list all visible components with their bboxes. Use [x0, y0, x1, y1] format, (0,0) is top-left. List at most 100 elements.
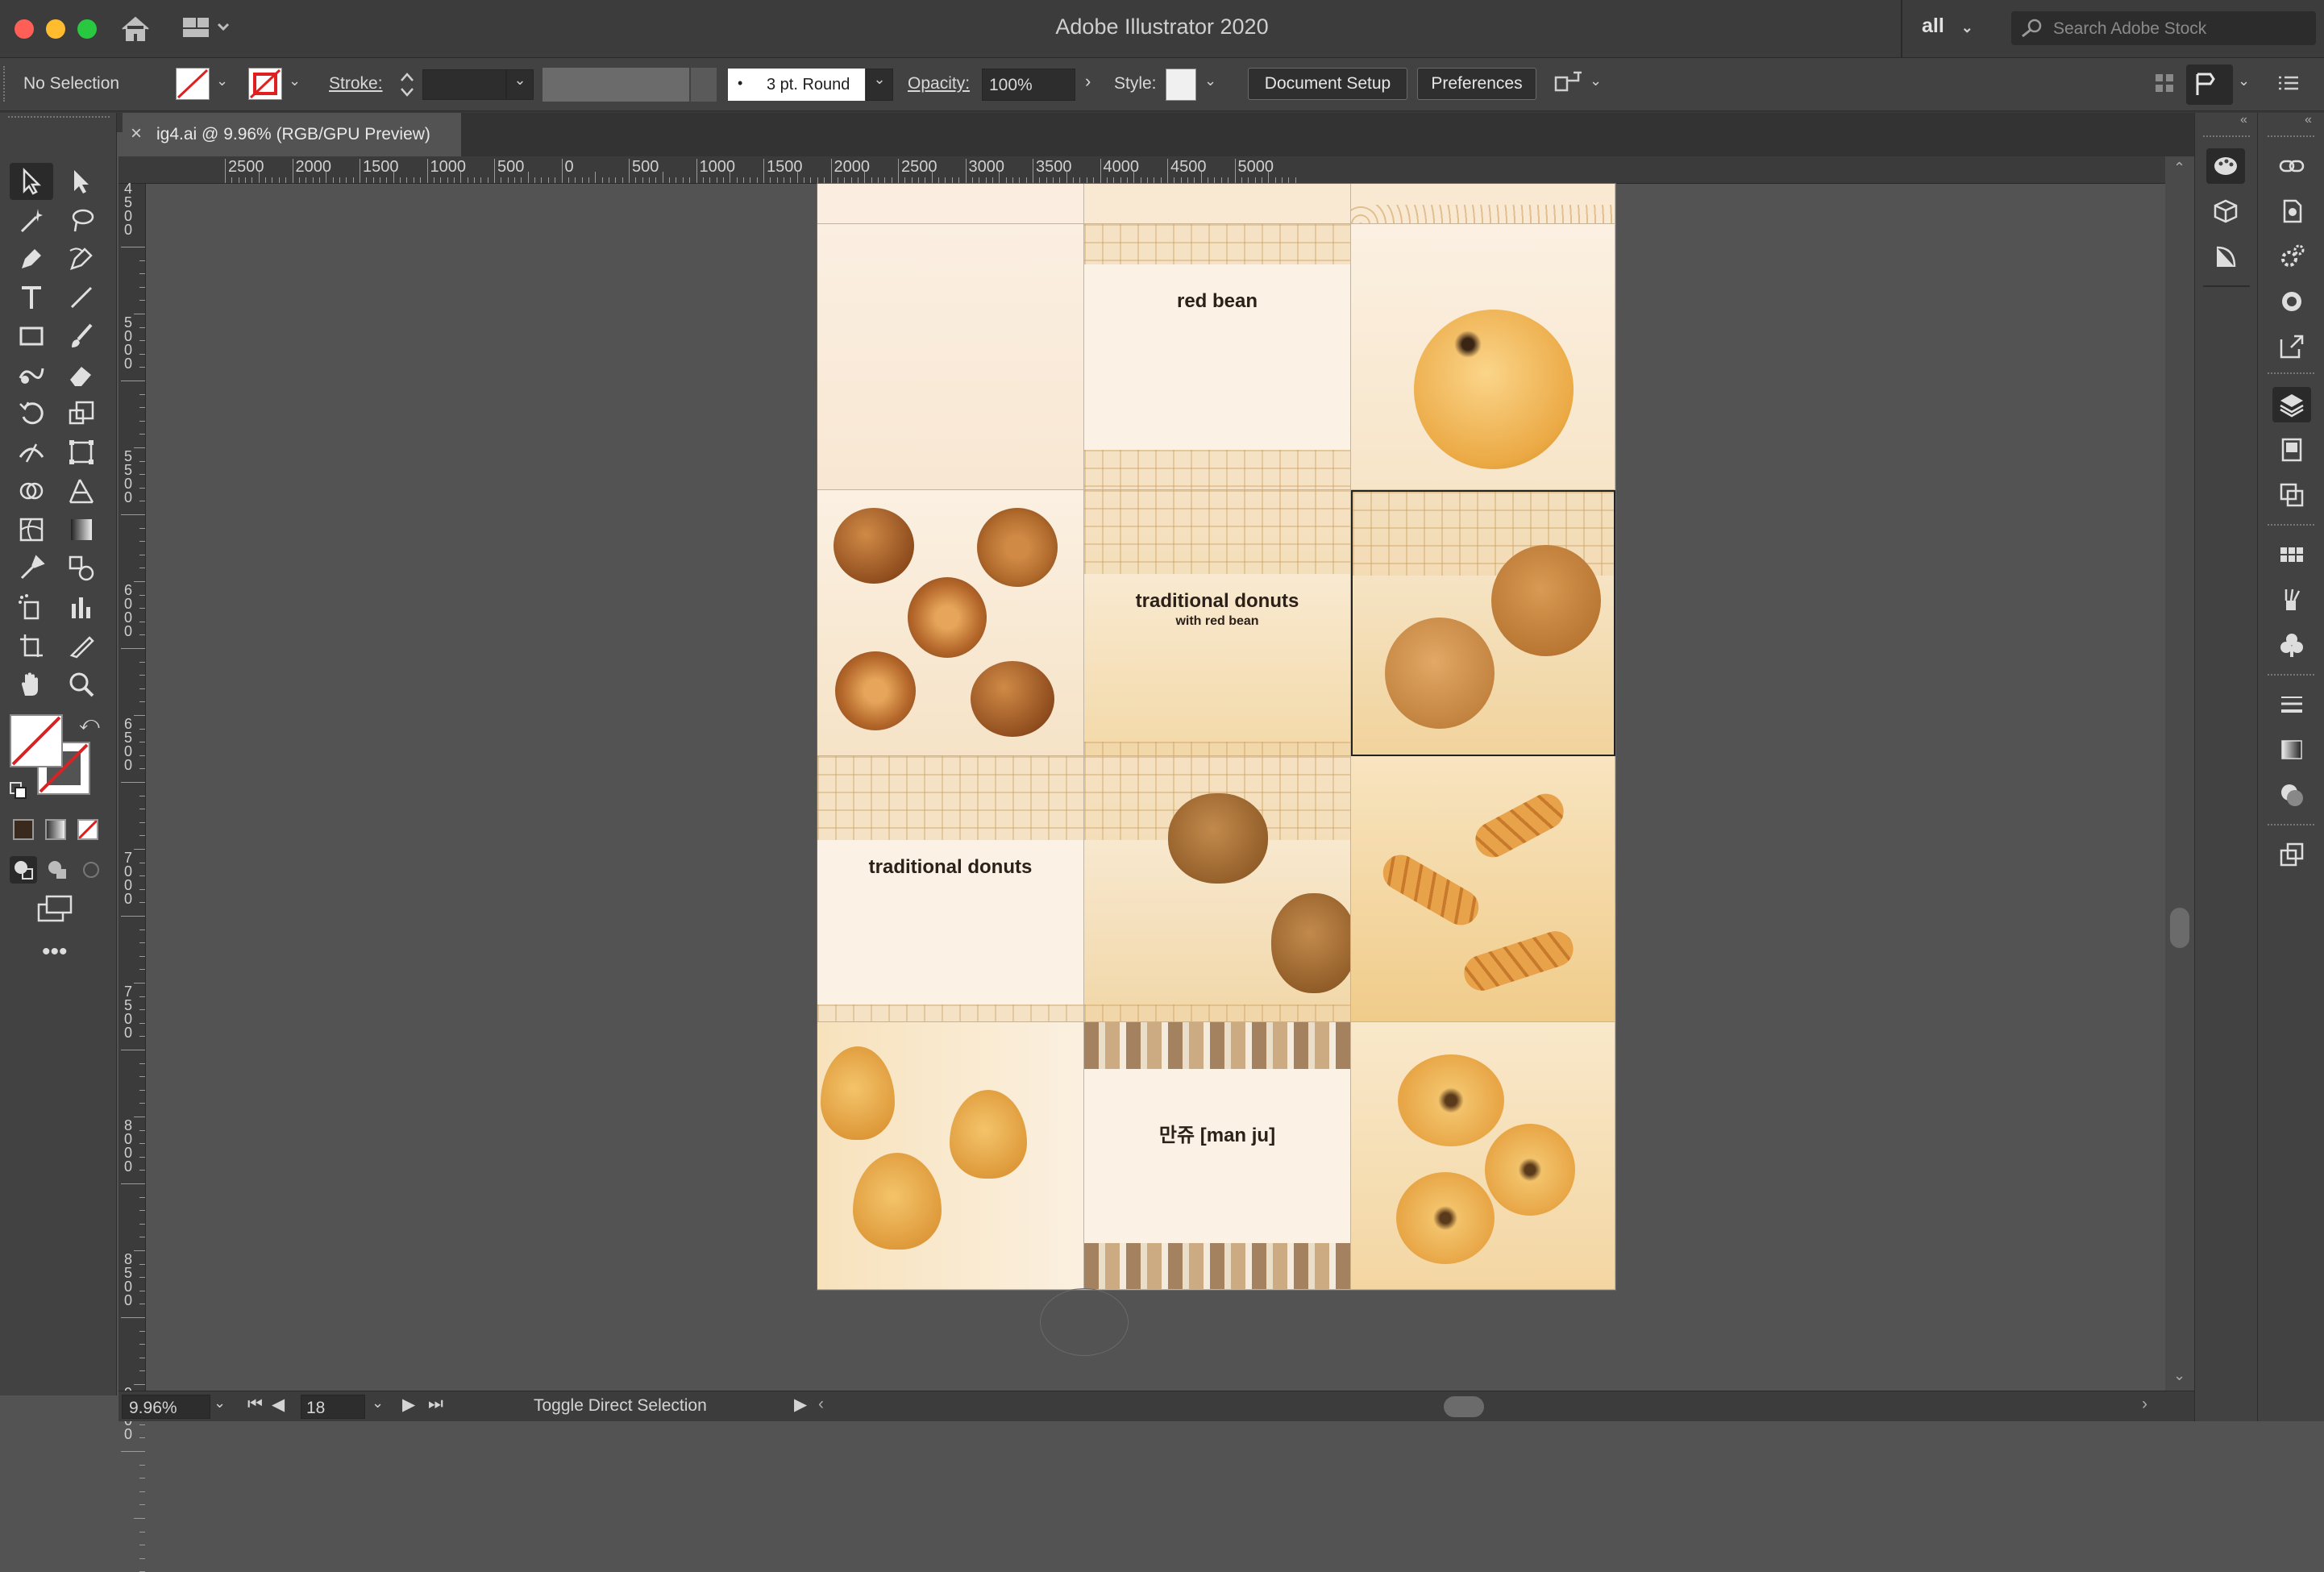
artboard-dropdown-chevron-icon[interactable]: ⌄ [372, 1395, 384, 1412]
symbols-icon[interactable] [2272, 627, 2311, 663]
style-swatch[interactable] [1166, 69, 1196, 101]
first-artboard-icon[interactable]: ⏮ [247, 1395, 263, 1414]
appearance-icon[interactable] [2272, 284, 2311, 319]
zoom-input[interactable]: 9.96% [122, 1395, 210, 1419]
draw-inside-icon[interactable] [77, 856, 105, 884]
align-grid-icon[interactable] [2154, 71, 2176, 100]
gradient-tool-icon[interactable] [60, 511, 103, 548]
stroke-swatch[interactable] [248, 68, 282, 100]
scroll-down-icon[interactable]: ⌄ [2173, 1367, 2185, 1384]
gradient-mode-icon[interactable] [45, 819, 66, 840]
collapse-chevrons-icon[interactable]: « [2305, 113, 2312, 127]
workspace-switcher[interactable]: all ⌄ [1922, 15, 1973, 38]
fill-color-box[interactable] [10, 714, 63, 767]
arrange-documents-icon[interactable] [181, 16, 231, 44]
shape-builder-tool-icon[interactable] [10, 472, 53, 509]
eyedropper-tool-icon[interactable] [10, 550, 53, 587]
asset-export-icon[interactable] [2272, 837, 2311, 872]
search-stock-field[interactable]: Search Adobe Stock [2011, 11, 2316, 45]
shaper-tool-icon[interactable] [10, 356, 53, 393]
color-mode-icon[interactable] [13, 819, 34, 840]
symbol-sprayer-tool-icon[interactable] [10, 588, 53, 626]
column-graph-tool-icon[interactable] [60, 588, 103, 626]
eraser-tool-icon[interactable] [60, 356, 103, 393]
document-setup-button[interactable]: Document Setup [1248, 68, 1407, 100]
blend-tool-icon[interactable] [60, 550, 103, 587]
paintbrush-tool-icon[interactable] [60, 318, 103, 355]
chevron-down-icon[interactable]: ⌄ [1590, 73, 1602, 89]
stroke-dropdown-chevron-icon[interactable]: ⌄ [289, 73, 301, 89]
artboard-number-input[interactable]: 18 [301, 1395, 365, 1419]
minimize-window-button[interactable] [46, 19, 65, 39]
horizontal-scrollbar-thumb[interactable] [1444, 1396, 1484, 1417]
stroke-weight-input[interactable] [422, 69, 506, 100]
chevron-down-icon[interactable]: ⌄ [2238, 73, 2250, 89]
scroll-right-icon[interactable]: › [2142, 1395, 2147, 1414]
quick-actions-icon[interactable] [1553, 69, 1585, 102]
brush-dropdown[interactable]: ⌄ [866, 69, 893, 101]
variable-width-profile[interactable] [543, 68, 689, 102]
libraries-icon[interactable] [2272, 477, 2311, 513]
swap-fill-stroke-icon[interactable]: ⤺ [79, 713, 100, 735]
rectangle-tool-icon[interactable] [10, 318, 53, 355]
properties-toggle[interactable] [2186, 64, 2233, 105]
fill-dropdown-chevron-icon[interactable]: ⌄ [216, 73, 228, 89]
transparency-panel-icon[interactable] [2272, 777, 2311, 813]
opacity-label[interactable]: Opacity: [908, 74, 970, 94]
links-icon[interactable] [2272, 148, 2311, 184]
magic-wand-tool-icon[interactable] [10, 202, 53, 239]
next-artboard-icon[interactable]: ▶ [402, 1395, 415, 1415]
curvature-tool-icon[interactable] [60, 240, 103, 277]
close-window-button[interactable] [15, 19, 34, 39]
status-menu-icon[interactable]: ▶ [794, 1395, 807, 1415]
export-icon[interactable] [2272, 329, 2311, 364]
mesh-tool-icon[interactable] [10, 511, 53, 548]
type-tool-icon[interactable] [10, 279, 53, 316]
draw-normal-icon[interactable] [10, 856, 37, 884]
hand-tool-icon[interactable] [10, 666, 53, 703]
line-segment-tool-icon[interactable] [60, 279, 103, 316]
direct-selection-tool-icon[interactable] [60, 163, 103, 200]
vertical-scrollbar[interactable]: ⌃ ⌄ [2165, 156, 2194, 1391]
document-info-icon[interactable] [2272, 193, 2311, 229]
preferences-button[interactable]: Preferences [1417, 68, 1536, 100]
edit-toolbar-icon[interactable]: ••• [42, 938, 68, 966]
brush-definition[interactable]: • 3 pt. Round [728, 69, 865, 101]
swatches-icon[interactable] [2272, 537, 2311, 572]
transparency-icon[interactable] [2206, 239, 2245, 274]
slice-tool-icon[interactable] [60, 627, 103, 664]
stroke-panel-icon[interactable] [2272, 687, 2311, 722]
home-icon[interactable] [119, 15, 152, 48]
screen-mode-icon[interactable] [35, 893, 76, 925]
opacity-input[interactable]: 100% [982, 69, 1075, 101]
selection-tool-icon[interactable] [10, 163, 53, 200]
perspective-grid-tool-icon[interactable] [60, 472, 103, 509]
default-fill-stroke-icon[interactable] [10, 782, 27, 800]
artboard[interactable]: red bean traditional donuts with red bea… [817, 184, 1615, 1290]
rotate-tool-icon[interactable] [10, 395, 53, 432]
artboards-icon[interactable] [2272, 432, 2311, 468]
artboard-tool-icon[interactable] [10, 627, 53, 664]
collapse-chevrons-icon[interactable]: « [2240, 113, 2247, 127]
stroke-weight-dropdown[interactable]: ⌄ [506, 69, 534, 100]
brushes-icon[interactable] [2272, 582, 2311, 618]
scrollbar-thumb[interactable] [2170, 908, 2189, 948]
scale-tool-icon[interactable] [60, 395, 103, 432]
gears-icon[interactable] [2272, 239, 2311, 274]
lasso-tool-icon[interactable] [60, 202, 103, 239]
chevron-right-icon[interactable]: › [1085, 71, 1091, 92]
document-tab[interactable]: × ig4.ai @ 9.96% (RGB/GPU Preview) [123, 113, 461, 156]
scroll-left-icon[interactable]: ‹ [818, 1395, 824, 1414]
color-palette-icon[interactable] [2206, 148, 2245, 184]
free-transform-tool-icon[interactable] [60, 434, 103, 471]
gradient-panel-icon[interactable] [2272, 732, 2311, 767]
draw-behind-icon[interactable] [44, 856, 71, 884]
zoom-tool-icon[interactable] [60, 666, 103, 703]
close-tab-icon[interactable]: × [131, 123, 142, 145]
previous-artboard-icon[interactable]: ◀ [272, 1395, 285, 1415]
maximize-window-button[interactable] [77, 19, 97, 39]
pen-tool-icon[interactable] [10, 240, 53, 277]
panel-menu-icon[interactable] [2276, 71, 2301, 100]
zoom-dropdown-chevron-icon[interactable]: ⌄ [214, 1395, 226, 1412]
width-tool-icon[interactable] [10, 434, 53, 471]
